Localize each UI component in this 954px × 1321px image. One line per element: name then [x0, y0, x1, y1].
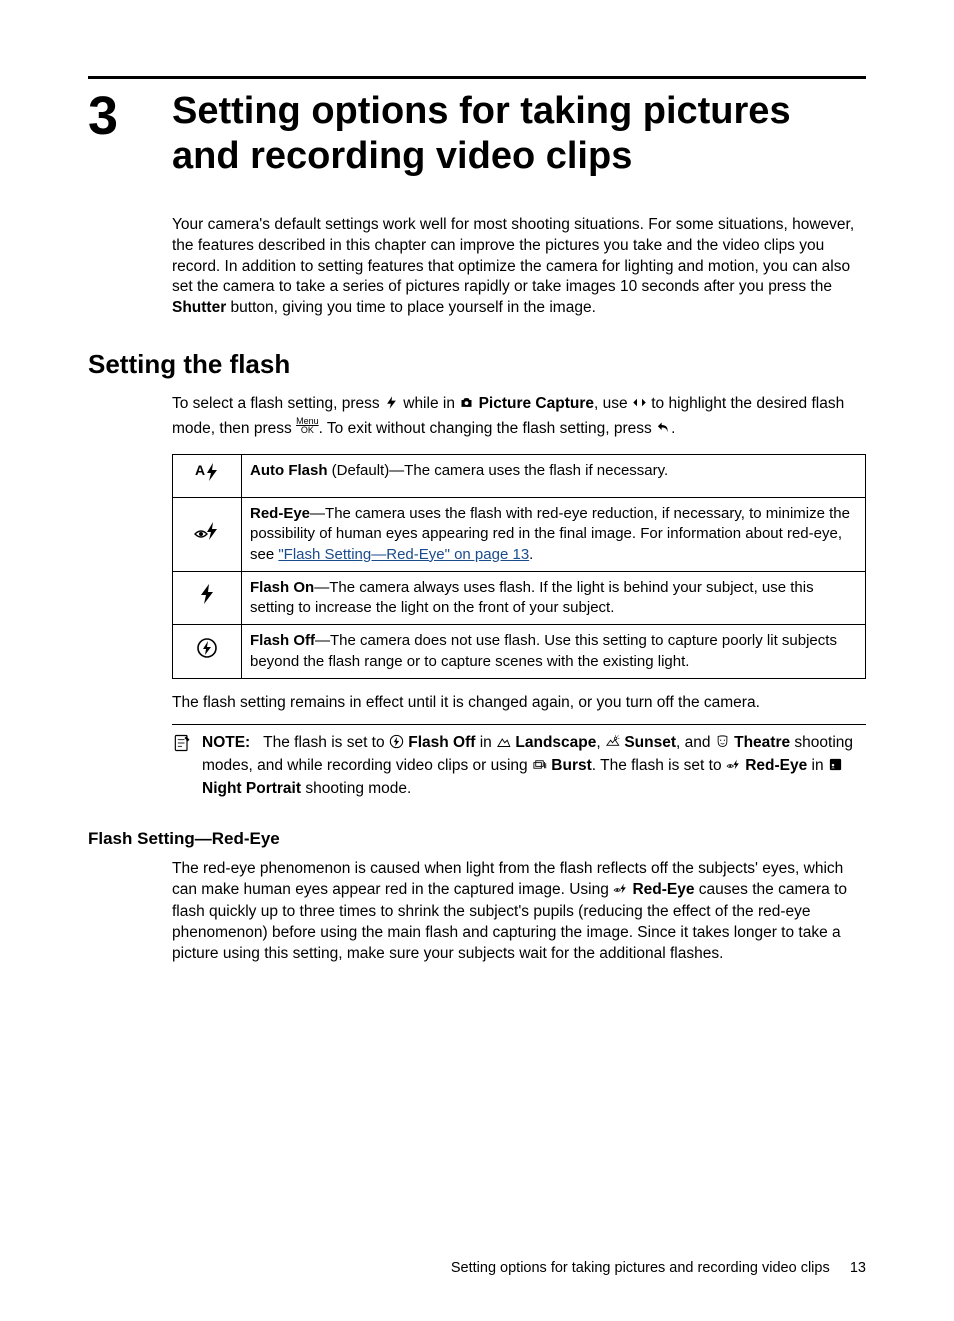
table-row: A Auto Flash (Default)—The camera uses t… — [173, 455, 866, 498]
setting-the-flash-heading: Setting the flash — [88, 347, 866, 382]
page-footer: Setting options for taking pictures and … — [451, 1259, 866, 1279]
note-icon — [172, 733, 194, 800]
landscape-label: Landscape — [515, 734, 596, 751]
red-eye-icon — [613, 881, 628, 903]
theatre-icon — [715, 734, 730, 756]
night-portrait-label: Night Portrait — [202, 780, 301, 797]
sunset-icon — [605, 734, 620, 756]
red-eye-icon — [173, 498, 242, 572]
flash-setting-red-eye-heading: Flash Setting—Red-Eye — [88, 828, 866, 851]
mode-desc: —The camera always uses flash. If the li… — [250, 579, 814, 616]
mode-name: Flash On — [250, 579, 314, 596]
flash-off-icon — [389, 734, 404, 756]
flash-icon — [384, 395, 399, 417]
table-row: Flash On—The camera always uses flash. I… — [173, 571, 866, 625]
svg-text:A: A — [195, 462, 205, 478]
menu-ok-button-icon: MenuOK — [296, 417, 319, 435]
table-row: Flash Off—The camera does not use flash.… — [173, 625, 866, 679]
flash-off-icon — [173, 625, 242, 679]
red-eye-label: Red-Eye — [632, 881, 694, 898]
note-block: NOTE: The flash is set to Flash Off in L… — [172, 724, 866, 800]
chapter-number: 3 — [88, 89, 172, 143]
red-eye-xref-link[interactable]: "Flash Setting—Red-Eye" on page 13 — [278, 546, 529, 563]
intro-text-after: button, giving you time to place yoursel… — [226, 299, 596, 316]
footer-text: Setting options for taking pictures and … — [451, 1260, 830, 1276]
chapter-title: Setting options for taking pictures and … — [172, 89, 866, 179]
flash-persistence-note: The flash setting remains in effect unti… — [88, 693, 866, 714]
intro-paragraph: Your camera's default settings work well… — [172, 215, 866, 320]
red-eye-label: Red-Eye — [745, 757, 807, 774]
mode-name: Red-Eye — [250, 505, 310, 522]
left-right-arrows-icon — [632, 395, 647, 417]
burst-label: Burst — [551, 757, 591, 774]
night-portrait-icon — [828, 757, 843, 779]
mode-desc: —The camera does not use flash. Use this… — [250, 632, 837, 669]
red-eye-icon — [726, 757, 741, 779]
picture-capture-label: Picture Capture — [479, 395, 594, 412]
burst-icon — [532, 757, 547, 779]
theatre-label: Theatre — [734, 734, 790, 751]
camera-icon — [459, 395, 474, 417]
sunset-label: Sunset — [624, 734, 676, 751]
mode-name: Flash Off — [250, 632, 315, 649]
mode-desc: (Default)—The camera uses the flash if n… — [328, 462, 669, 479]
flash-modes-table: A Auto Flash (Default)—The camera uses t… — [172, 454, 866, 679]
flash-instructions: To select a flash setting, press while i… — [172, 394, 866, 442]
flash-on-icon — [173, 571, 242, 625]
note-label: NOTE: — [202, 734, 250, 751]
mode-name: Auto Flash — [250, 462, 328, 479]
intro-text-before: Your camera's default settings work well… — [172, 216, 854, 296]
back-arrow-icon — [656, 420, 671, 442]
table-row: Red-Eye—The camera uses the flash with r… — [173, 498, 866, 572]
red-eye-paragraph: The red-eye phenomenon is caused when li… — [172, 859, 866, 966]
flash-off-label: Flash Off — [408, 734, 475, 751]
landscape-icon — [496, 734, 511, 756]
auto-flash-icon: A — [173, 455, 242, 498]
mode-desc-b: . — [529, 546, 533, 563]
shutter-label: Shutter — [172, 299, 226, 316]
page-number: 13 — [850, 1260, 866, 1276]
